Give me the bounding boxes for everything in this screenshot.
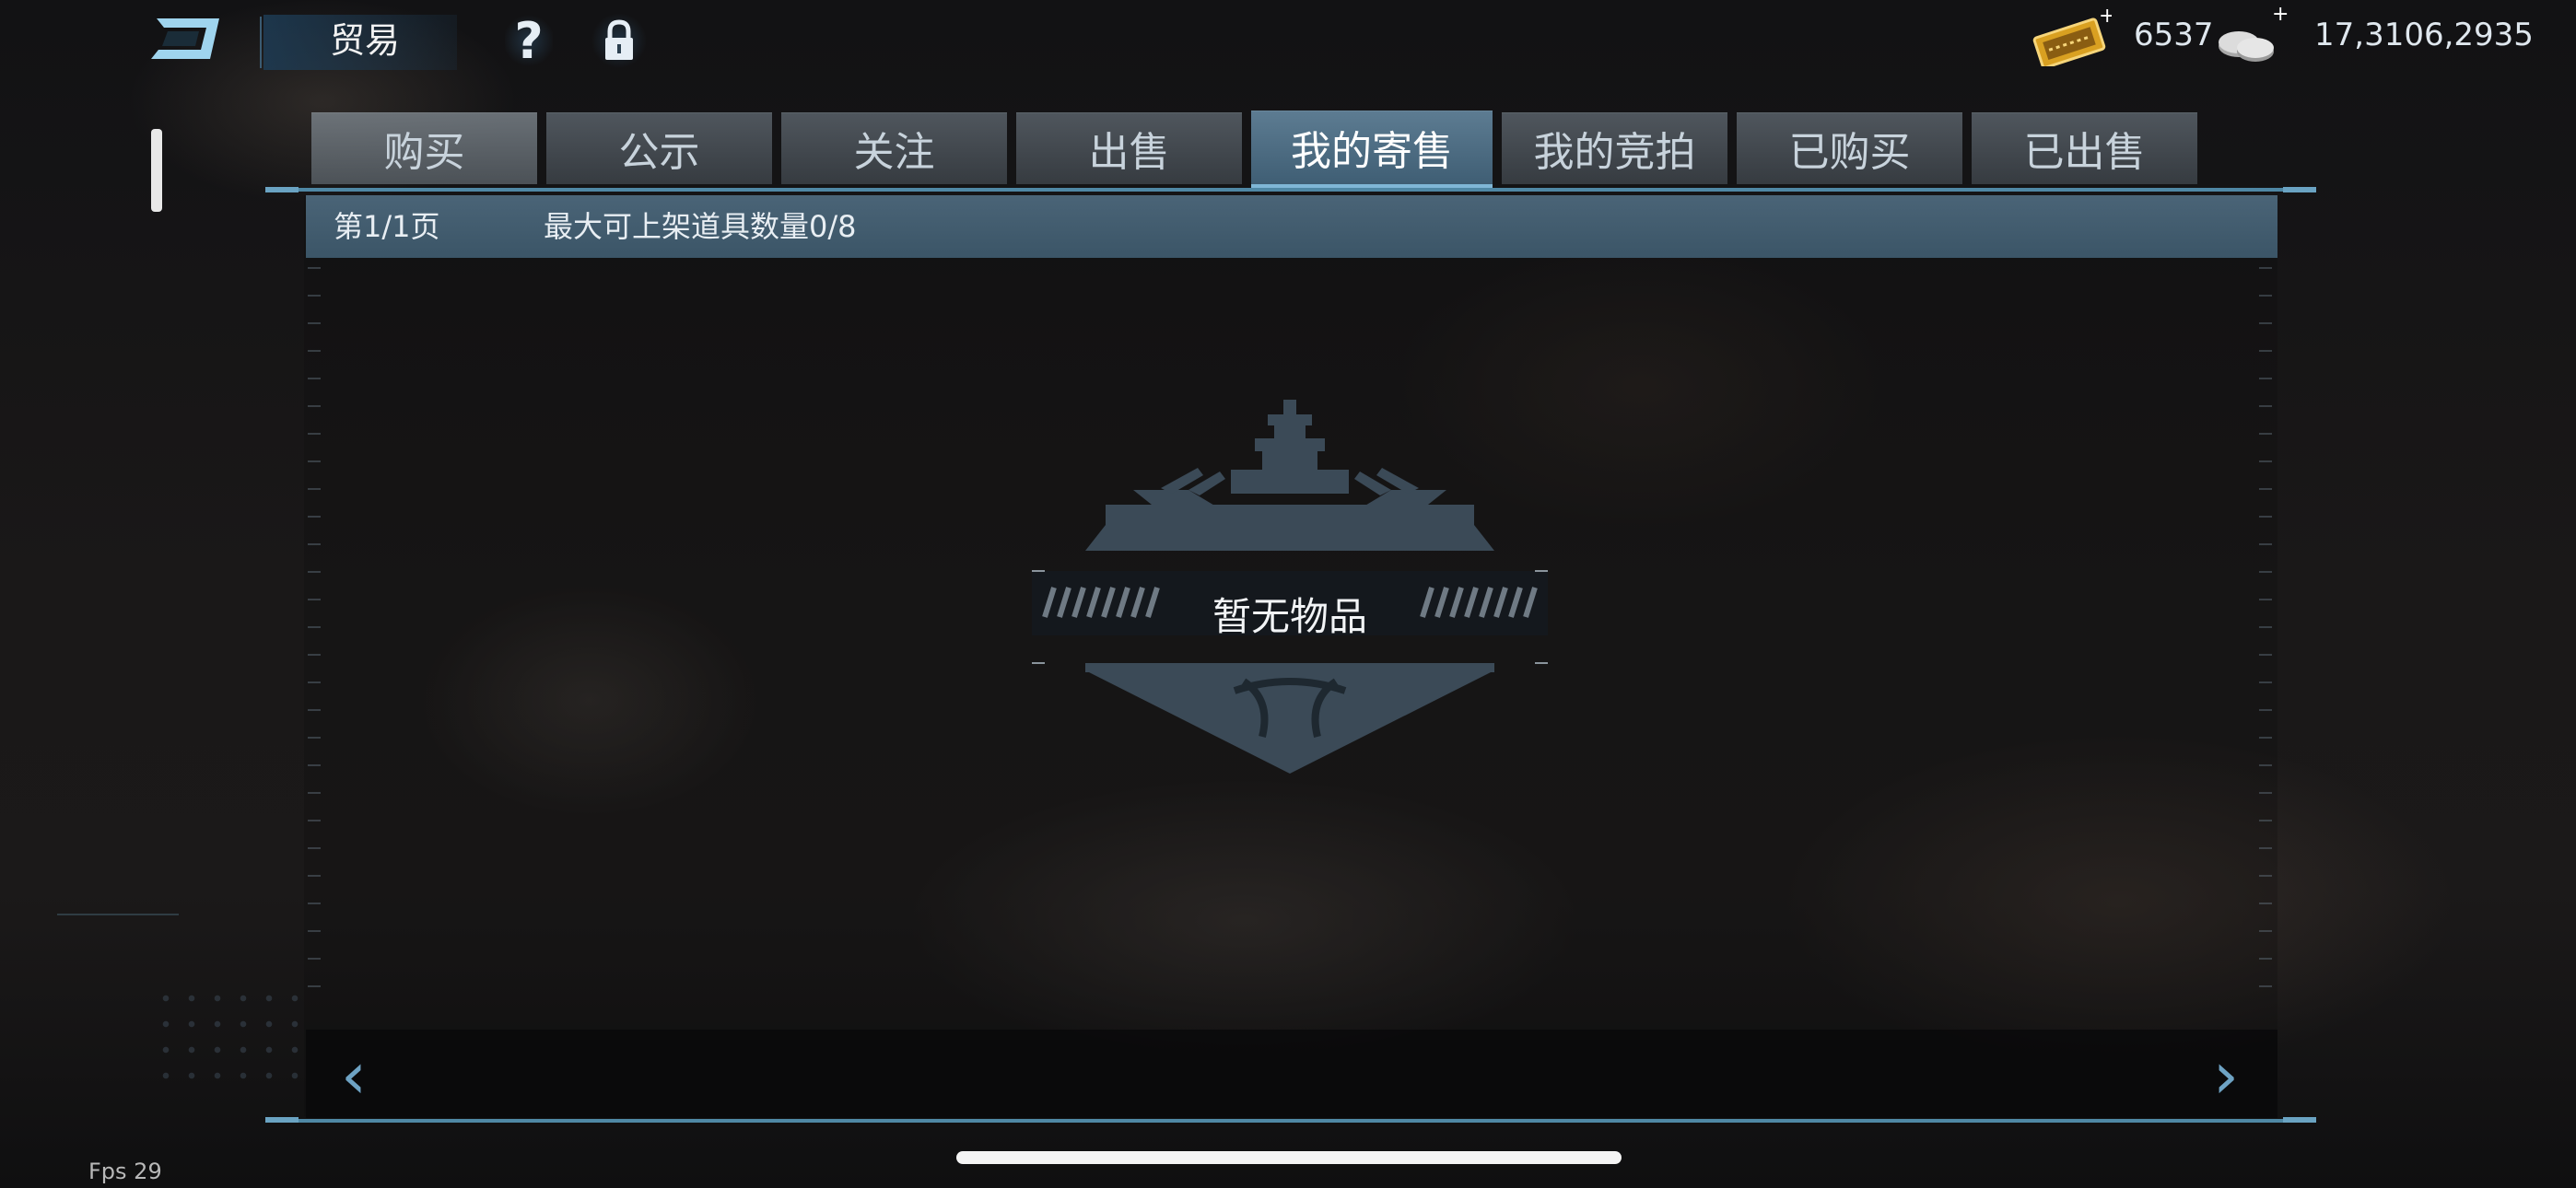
- empty-message: 暂无物品: [1212, 594, 1367, 639]
- tab-sold[interactable]: 已出售: [1972, 112, 2197, 184]
- svg-text:+: +: [2099, 9, 2112, 28]
- silver-count: 17,3106,2935: [2314, 17, 2534, 53]
- tab-bar: 购买 公示 关注 出售 我的寄售 我的竞拍 已购买 已出售: [311, 111, 2197, 188]
- tab-my-consignment[interactable]: 我的寄售: [1251, 111, 1493, 188]
- lock-icon[interactable]: [591, 13, 647, 68]
- panel-corner: [265, 1117, 299, 1123]
- panel-bottom-border: [265, 1119, 2316, 1123]
- silver-coins-icon[interactable]: +: [2211, 6, 2289, 66]
- panel-corner: [2283, 1117, 2316, 1123]
- page-title: 贸易: [330, 20, 401, 61]
- right-scale-ticks: [2259, 267, 2272, 1004]
- home-indicator[interactable]: [956, 1151, 1622, 1164]
- tab-purchased[interactable]: 已购买: [1737, 112, 1962, 184]
- decorative-line: [57, 914, 179, 915]
- tab-my-bids[interactable]: 我的竞拍: [1502, 112, 1727, 184]
- ticket-count: 6537: [2134, 17, 2214, 53]
- tab-announcement[interactable]: 公示: [546, 112, 772, 184]
- tab-buy[interactable]: 购买: [311, 112, 537, 184]
- panel-corner: [265, 187, 299, 192]
- max-listing-count: 最大可上架道具数量0/8: [544, 209, 857, 244]
- svg-text:+: +: [2272, 6, 2289, 26]
- side-drawer-handle[interactable]: [151, 129, 162, 212]
- decorative-dots: [153, 985, 310, 1096]
- panel-top-border: [265, 188, 2316, 192]
- tab-sell[interactable]: 出售: [1016, 112, 1242, 184]
- prev-page-chevron-icon[interactable]: ‹: [341, 1039, 387, 1112]
- fps-counter: Fps 29: [88, 1159, 162, 1184]
- tab-watchlist[interactable]: 关注: [781, 112, 1007, 184]
- panel-corner: [2283, 187, 2316, 192]
- pagination-bar: [306, 1030, 2277, 1118]
- left-scale-ticks: [308, 267, 321, 1004]
- page-indicator: 第1/1页: [334, 209, 440, 244]
- gold-ticket-icon[interactable]: +: [2027, 9, 2112, 66]
- next-page-chevron-icon[interactable]: ›: [2193, 1039, 2239, 1112]
- header-divider: [260, 17, 262, 68]
- help-icon[interactable]: ?: [505, 12, 553, 70]
- game-logo-icon[interactable]: [147, 13, 230, 64]
